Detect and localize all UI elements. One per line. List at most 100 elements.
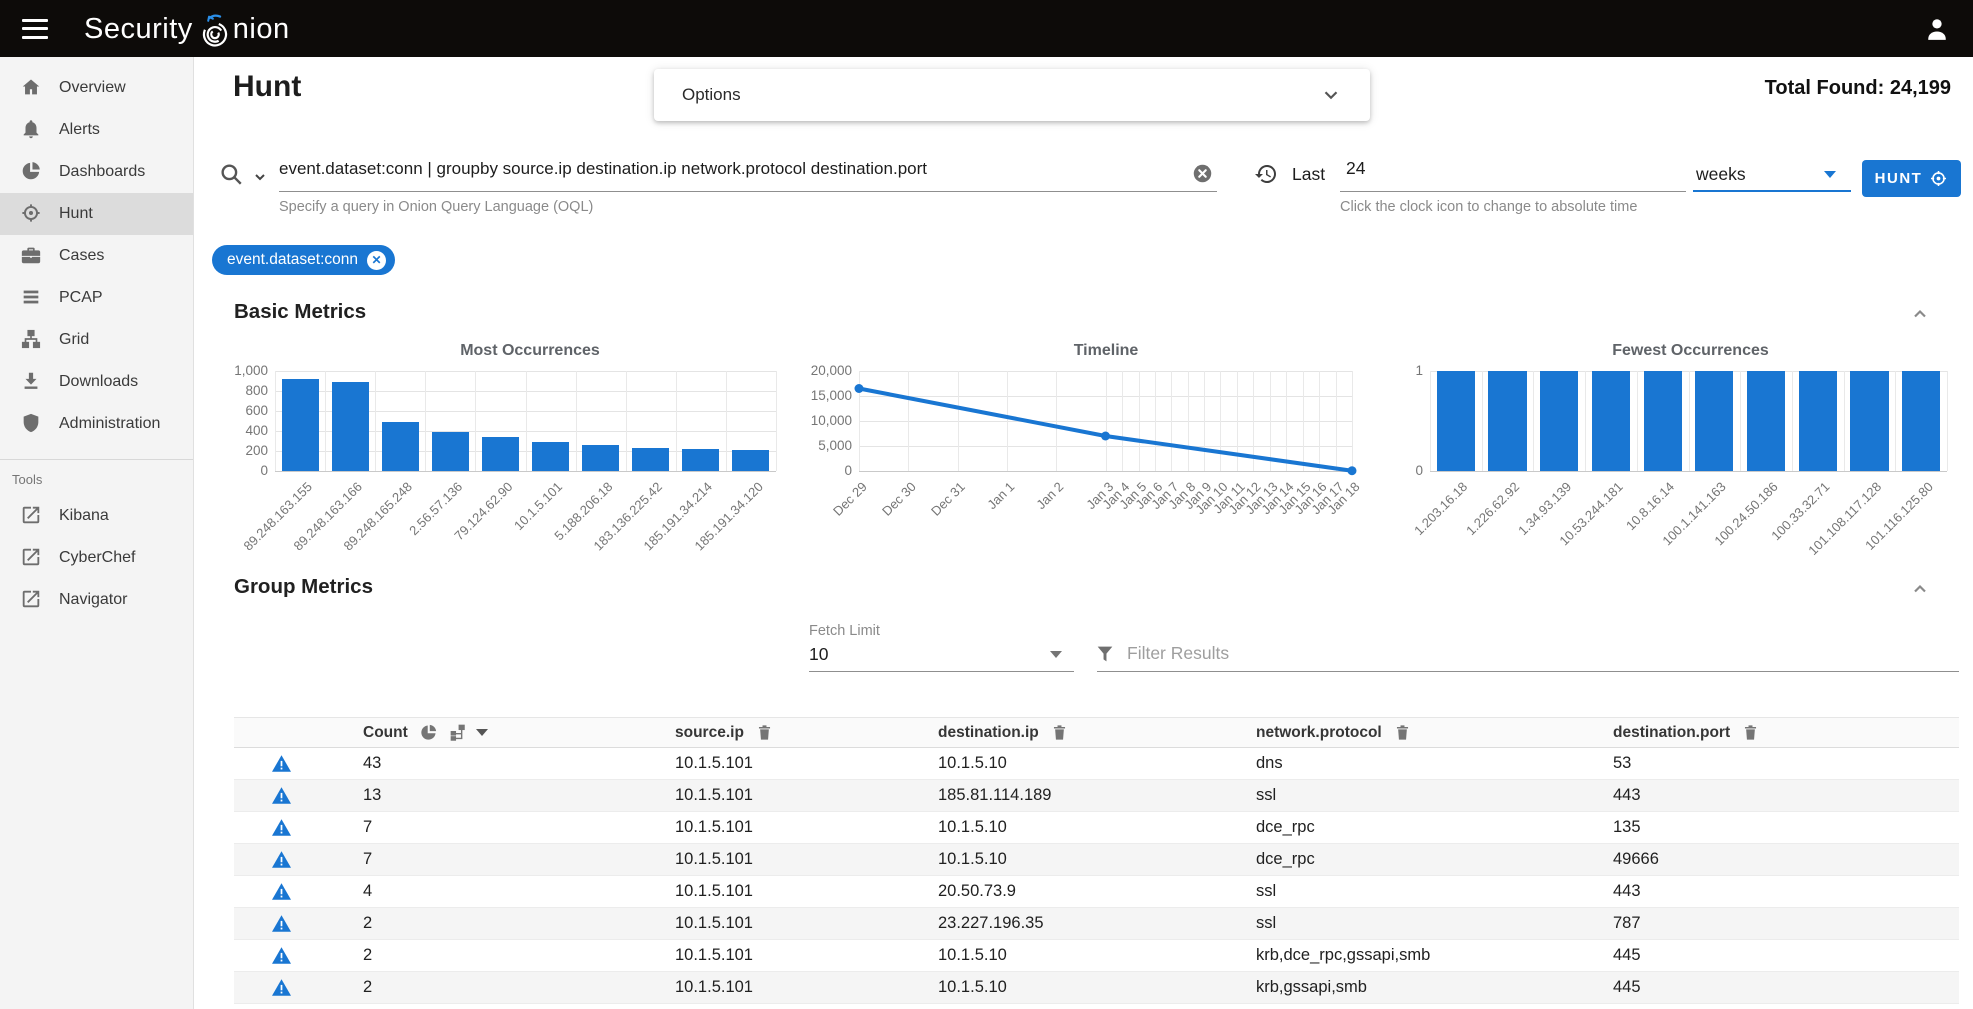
- trash-icon[interactable]: [1741, 723, 1760, 742]
- table-cell[interactable]: 49666: [1579, 850, 1959, 869]
- sidebar-item-alerts[interactable]: Alerts: [0, 109, 193, 151]
- user-account-icon[interactable]: [1923, 15, 1951, 43]
- bar-2.56.57.136[interactable]: [432, 432, 469, 471]
- bar-101.108.117.128[interactable]: [1850, 371, 1888, 471]
- warning-triangle-icon[interactable]: [271, 818, 292, 837]
- sidebar-item-dashboards[interactable]: Dashboards: [0, 151, 193, 193]
- sidebar-item-hunt[interactable]: Hunt: [0, 193, 193, 235]
- table-cell[interactable]: dce_rpc: [1222, 850, 1579, 869]
- table-cell[interactable]: 10.1.5.10: [904, 946, 1222, 965]
- bar-183.136.225.42[interactable]: [632, 448, 669, 471]
- table-cell[interactable]: 10.1.5.10: [904, 754, 1222, 773]
- header-cell-destination.port[interactable]: destination.port: [1579, 723, 1959, 742]
- unit-select[interactable]: weeks: [1696, 164, 1746, 185]
- bar-89.248.163.166[interactable]: [332, 382, 369, 471]
- table-cell[interactable]: 2: [329, 978, 641, 997]
- table-cell[interactable]: 2: [329, 946, 641, 965]
- table-cell[interactable]: 10.1.5.10: [904, 850, 1222, 869]
- warning-triangle-icon[interactable]: [271, 978, 292, 997]
- table-cell[interactable]: krb,dce_rpc,gssapi,smb: [1222, 946, 1579, 965]
- table-row[interactable]: 4310.1.5.10110.1.5.10dns53: [234, 748, 1959, 780]
- table-cell[interactable]: 10.1.5.101: [641, 754, 904, 773]
- table-cell[interactable]: 2: [329, 914, 641, 933]
- warning-triangle-icon[interactable]: [271, 882, 292, 901]
- table-cell[interactable]: ssl: [1222, 786, 1579, 805]
- sidebar-tool-cyberchef[interactable]: CyberChef: [0, 537, 193, 579]
- table-cell[interactable]: 10.1.5.101: [641, 978, 904, 997]
- hunt-button[interactable]: HUNT: [1862, 160, 1961, 197]
- query-history-chevron-icon[interactable]: [252, 169, 268, 185]
- header-cell-Count[interactable]: Count: [329, 723, 641, 742]
- table-cell[interactable]: ssl: [1222, 914, 1579, 933]
- table-cell[interactable]: 10.1.5.10: [904, 978, 1222, 997]
- warning-triangle-icon[interactable]: [271, 946, 292, 965]
- header-cell-destination.ip[interactable]: destination.ip: [904, 723, 1222, 742]
- table-cell[interactable]: 10.1.5.101: [641, 786, 904, 805]
- table-cell[interactable]: 10.1.5.101: [641, 850, 904, 869]
- group-metrics-collapse-icon[interactable]: [1910, 579, 1930, 599]
- table-row[interactable]: 710.1.5.10110.1.5.10dce_rpc135: [234, 812, 1959, 844]
- bar-101.116.125.80[interactable]: [1902, 371, 1940, 471]
- bar-79.124.62.90[interactable]: [482, 437, 519, 472]
- bar-100.1.141.163[interactable]: [1695, 371, 1733, 471]
- trash-icon[interactable]: [1050, 723, 1069, 742]
- pie-chart-icon[interactable]: [419, 723, 438, 742]
- warning-triangle-icon[interactable]: [271, 914, 292, 933]
- options-panel[interactable]: Options: [654, 69, 1370, 121]
- bar-89.248.163.155[interactable]: [282, 379, 319, 471]
- groupby-icon[interactable]: [449, 723, 468, 742]
- query-input[interactable]: [279, 159, 1179, 179]
- header-cell-network.protocol[interactable]: network.protocol: [1222, 723, 1579, 742]
- table-cell[interactable]: 787: [1579, 914, 1959, 933]
- bar-100.33.32.71[interactable]: [1799, 371, 1837, 471]
- duration-input[interactable]: [1346, 158, 1666, 179]
- sidebar-item-grid[interactable]: Grid: [0, 319, 193, 361]
- table-row[interactable]: 710.1.5.10110.1.5.10dce_rpc49666: [234, 844, 1959, 876]
- table-cell[interactable]: dns: [1222, 754, 1579, 773]
- sidebar-item-pcap[interactable]: PCAP: [0, 277, 193, 319]
- trash-icon[interactable]: [1393, 723, 1412, 742]
- sidebar-item-overview[interactable]: Overview: [0, 67, 193, 109]
- sidebar-tool-kibana[interactable]: Kibana: [0, 495, 193, 537]
- header-cell-source.ip[interactable]: source.ip: [641, 723, 904, 742]
- table-cell[interactable]: 445: [1579, 978, 1959, 997]
- chip-close-icon[interactable]: ✕: [367, 251, 386, 270]
- bar-185.191.34.120[interactable]: [732, 450, 769, 471]
- table-cell[interactable]: krb,gssapi,smb: [1222, 978, 1579, 997]
- table-cell[interactable]: 445: [1579, 946, 1959, 965]
- sidebar-item-cases[interactable]: Cases: [0, 235, 193, 277]
- bar-5.188.206.18[interactable]: [582, 445, 619, 471]
- table-row[interactable]: 1310.1.5.101185.81.114.189ssl443: [234, 780, 1959, 812]
- warning-triangle-icon[interactable]: [271, 850, 292, 869]
- bar-185.191.34.214[interactable]: [682, 449, 719, 471]
- table-cell[interactable]: 185.81.114.189: [904, 786, 1222, 805]
- table-cell[interactable]: 53: [1579, 754, 1959, 773]
- sidebar-tool-navigator[interactable]: Navigator: [0, 579, 193, 621]
- warning-triangle-icon[interactable]: [271, 786, 292, 805]
- filter-results-input[interactable]: [1127, 643, 1947, 664]
- table-cell[interactable]: 443: [1579, 786, 1959, 805]
- menu-icon[interactable]: [22, 19, 48, 39]
- unit-select-caret-icon[interactable]: [1824, 171, 1836, 178]
- table-cell[interactable]: 20.50.73.9: [904, 882, 1222, 901]
- table-cell[interactable]: 443: [1579, 882, 1959, 901]
- history-clock-icon[interactable]: [1254, 162, 1278, 186]
- table-cell[interactable]: 10.1.5.101: [641, 914, 904, 933]
- bar-100.24.50.186[interactable]: [1747, 371, 1785, 471]
- table-cell[interactable]: 10.1.5.10: [904, 818, 1222, 837]
- table-cell[interactable]: 135: [1579, 818, 1959, 837]
- bar-89.248.165.248[interactable]: [382, 422, 419, 472]
- bar-1.226.62.92[interactable]: [1488, 371, 1526, 471]
- caret-down-icon[interactable]: [476, 729, 488, 736]
- table-cell[interactable]: 23.227.196.35: [904, 914, 1222, 933]
- table-cell[interactable]: 43: [329, 754, 641, 773]
- table-cell[interactable]: 10.1.5.101: [641, 818, 904, 837]
- basic-metrics-collapse-icon[interactable]: [1910, 304, 1930, 324]
- bar-10.8.16.14[interactable]: [1644, 371, 1682, 471]
- table-row[interactable]: 210.1.5.10110.1.5.10krb,dce_rpc,gssapi,s…: [234, 940, 1959, 972]
- filter-chip[interactable]: event.dataset:conn ✕: [212, 245, 395, 275]
- table-cell[interactable]: 7: [329, 850, 641, 869]
- timeline-series[interactable]: [859, 371, 1352, 471]
- table-cell[interactable]: ssl: [1222, 882, 1579, 901]
- sidebar-item-administration[interactable]: Administration: [0, 403, 193, 445]
